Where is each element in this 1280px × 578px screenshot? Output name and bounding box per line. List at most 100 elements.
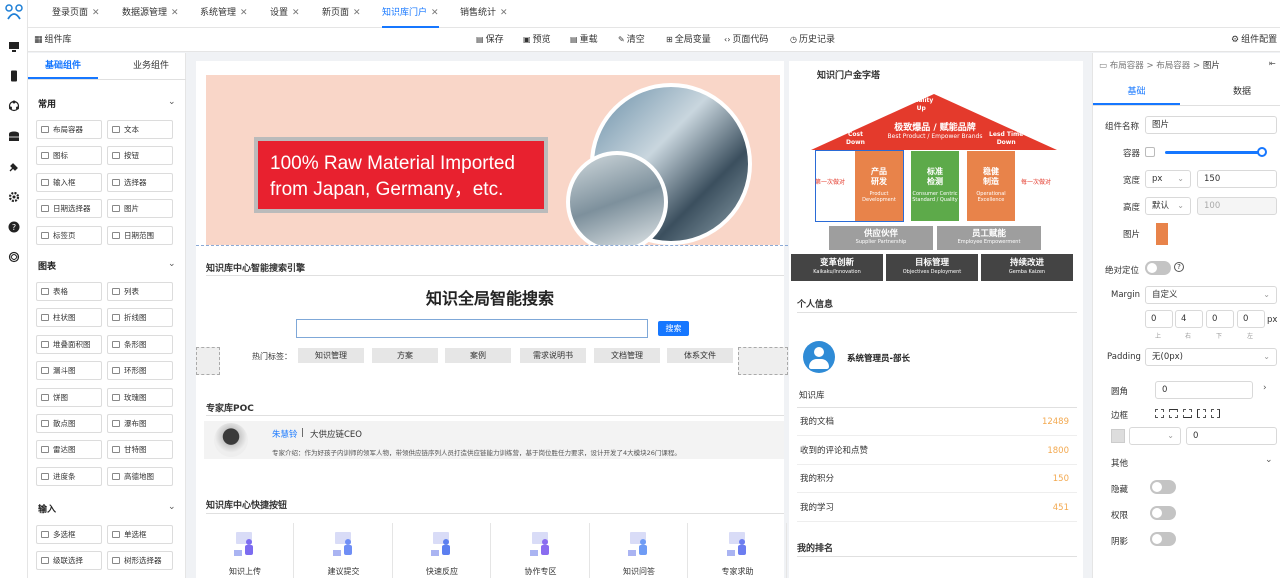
- quick-button[interactable]: 专家求助: [689, 523, 787, 578]
- border-left-icon[interactable]: [1197, 409, 1206, 418]
- page-tab[interactable]: 新页面 ✕: [322, 0, 361, 28]
- plugin-icon[interactable]: [6, 159, 22, 175]
- page-tab[interactable]: 设置 ✕: [270, 0, 300, 28]
- library-section-title[interactable]: 输入: [38, 502, 56, 515]
- border-width-input[interactable]: 0: [1186, 427, 1277, 445]
- library-component-item[interactable]: 堆叠面积图: [36, 334, 102, 354]
- expert-name[interactable]: 朱慧铃: [272, 428, 298, 440]
- border-color-swatch[interactable]: [1111, 429, 1125, 443]
- width-unit-select[interactable]: px ⌄: [1145, 170, 1191, 188]
- library-component-item[interactable]: 按钮: [107, 146, 173, 166]
- library-component-item[interactable]: 柱状图: [36, 308, 102, 328]
- profile-stat-row[interactable]: 收到的评论和点赞 1800: [797, 437, 1077, 465]
- profile-stat-row[interactable]: 我的积分 150: [797, 465, 1077, 493]
- library-component-item[interactable]: 多选框: [36, 525, 102, 544]
- tab-data[interactable]: 数据: [1197, 81, 1280, 105]
- close-icon[interactable]: ✕: [240, 8, 248, 18]
- shadow-toggle[interactable]: [1150, 532, 1176, 546]
- library-component-item[interactable]: 饼图: [36, 387, 102, 407]
- toolbar-action-button[interactable]: ⊞ 全局变量: [666, 28, 711, 52]
- hot-tag[interactable]: 需求说明书: [520, 348, 586, 363]
- border-bottom-icon[interactable]: [1183, 409, 1192, 418]
- image-thumbnail[interactable]: [1156, 223, 1168, 245]
- library-component-item[interactable]: 表格: [36, 282, 102, 301]
- tab-basic[interactable]: 基础: [1093, 81, 1180, 105]
- toolbar-action-button[interactable]: ✎ 清空: [618, 28, 645, 52]
- library-component-item[interactable]: 日期选择器: [36, 199, 102, 219]
- library-component-item[interactable]: 散点图: [36, 414, 102, 433]
- hot-tag[interactable]: 案例: [445, 348, 511, 363]
- ai-assistant-icon[interactable]: [6, 249, 22, 265]
- hot-tag[interactable]: 体系文件: [667, 348, 733, 363]
- library-component-item[interactable]: 甘特图: [107, 440, 173, 460]
- hot-tag[interactable]: 文档管理: [594, 348, 660, 363]
- width-input[interactable]: 150: [1197, 170, 1277, 188]
- library-component-item[interactable]: 单选框: [107, 525, 173, 544]
- container-slider-track[interactable]: [1165, 151, 1263, 154]
- close-icon[interactable]: ✕: [171, 8, 179, 18]
- library-component-item[interactable]: 标签页: [36, 225, 102, 245]
- toolbar-action-button[interactable]: ◷ 历史记录: [790, 28, 835, 52]
- database-icon[interactable]: [6, 129, 22, 145]
- permission-toggle[interactable]: [1150, 506, 1176, 520]
- page-tab[interactable]: 数据源管理 ✕: [122, 0, 179, 28]
- close-icon[interactable]: ✕: [92, 8, 100, 18]
- container-checkbox[interactable]: [1145, 147, 1155, 157]
- library-component-item[interactable]: 环形图: [107, 361, 173, 381]
- library-component-item[interactable]: 图片: [107, 199, 173, 219]
- quick-button[interactable]: 知识上传: [196, 523, 294, 578]
- chevron-down-icon[interactable]: ⌄: [168, 259, 176, 269]
- chevron-down-icon[interactable]: ⌄: [168, 97, 176, 107]
- library-component-item[interactable]: 选择器: [107, 172, 173, 192]
- quick-button[interactable]: 快速反应: [393, 523, 491, 578]
- chevron-down-icon[interactable]: ⌄: [1265, 455, 1273, 465]
- collapse-panel-icon[interactable]: ⇤: [1269, 59, 1276, 68]
- library-component-item[interactable]: 输入框: [36, 172, 102, 192]
- help-icon[interactable]: ?: [6, 219, 22, 235]
- name-input[interactable]: 图片: [1145, 116, 1277, 134]
- hot-tag[interactable]: 知识管理: [298, 348, 364, 363]
- library-component-item[interactable]: 级联选择: [36, 551, 102, 571]
- component-library-toggle[interactable]: ▦ 组件库: [34, 28, 72, 52]
- radius-input[interactable]: 0: [1155, 381, 1253, 399]
- library-component-item[interactable]: 玫瑰图: [107, 387, 173, 407]
- page-tab[interactable]: 系统管理 ✕: [200, 0, 248, 28]
- library-component-item[interactable]: 漏斗图: [36, 361, 102, 381]
- library-component-item[interactable]: 布局容器: [36, 120, 102, 139]
- profile-stat-row[interactable]: 我的学习 451: [797, 494, 1077, 522]
- quick-button[interactable]: 建议提交: [295, 523, 393, 578]
- library-component-item[interactable]: 瀑布图: [107, 414, 173, 433]
- library-section-title[interactable]: 常用: [38, 97, 56, 110]
- library-component-item[interactable]: 文本: [107, 120, 173, 139]
- margin-input[interactable]: 0: [1206, 310, 1234, 328]
- library-component-item[interactable]: 日期范围: [107, 225, 173, 245]
- library-component-item[interactable]: 列表: [107, 282, 173, 301]
- library-component-item[interactable]: 图标: [36, 146, 102, 166]
- banner-image[interactable]: 100% Raw Material Imported from Japan, G…: [206, 75, 780, 245]
- margin-input[interactable]: 4: [1175, 310, 1203, 328]
- page-tab[interactable]: 知识库门户 ✕: [382, 0, 439, 28]
- library-component-item[interactable]: 折线图: [107, 308, 173, 328]
- toolbar-action-button[interactable]: ▣ 预览: [523, 28, 551, 52]
- border-top-icon[interactable]: [1169, 409, 1178, 418]
- page-tab[interactable]: 登录页面 ✕: [52, 0, 100, 28]
- container-slider-handle[interactable]: [1257, 147, 1267, 157]
- tab-business-components[interactable]: 业务组件: [116, 53, 186, 79]
- height-input[interactable]: 100: [1197, 197, 1277, 215]
- hot-tag[interactable]: 方案: [372, 348, 438, 363]
- height-unit-select[interactable]: 默认 ⌄: [1145, 197, 1191, 215]
- expert-card[interactable]: 朱慧铃 | 大供应链CEO 专家介绍：作为好孩子内训师的领军人物，带领供应链序列…: [204, 421, 784, 459]
- share-icon[interactable]: [6, 98, 22, 114]
- help-circle-icon[interactable]: ?: [1174, 262, 1184, 272]
- close-icon[interactable]: ✕: [431, 8, 439, 18]
- close-icon[interactable]: ✕: [353, 8, 361, 18]
- padding-select[interactable]: 无(0px) ⌄: [1145, 348, 1277, 366]
- settings-gear-icon[interactable]: [6, 189, 22, 205]
- library-component-item[interactable]: 条形图: [107, 334, 173, 354]
- search-input[interactable]: [296, 319, 648, 338]
- chevron-down-icon[interactable]: ⌄: [168, 502, 176, 512]
- desktop-icon[interactable]: [6, 39, 22, 55]
- abs-position-toggle[interactable]: [1145, 261, 1171, 275]
- border-style-select[interactable]: ⌄: [1129, 427, 1181, 445]
- margin-input[interactable]: 0: [1145, 310, 1173, 328]
